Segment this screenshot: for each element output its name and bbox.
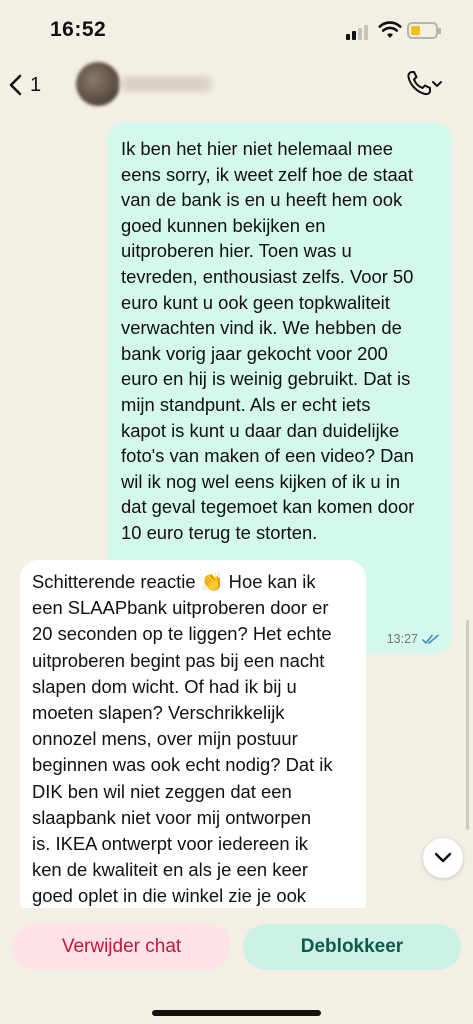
action-bar: Verwijder chat Deblokkeer xyxy=(0,908,473,1024)
unblock-button[interactable]: Deblokkeer xyxy=(243,924,461,970)
wifi-icon xyxy=(378,21,402,38)
incoming-message[interactable]: Schitterende reactie 👏 Hoe kan ik een SL… xyxy=(20,560,366,910)
message-time: 13:27 xyxy=(386,632,418,646)
signal-icon xyxy=(346,24,370,40)
status-time: 16:52 xyxy=(50,18,107,41)
scroll-down-button[interactable] xyxy=(423,838,463,878)
message-text: Ik ben het hier niet helemaal mee eens s… xyxy=(121,138,415,543)
chevron-left-icon xyxy=(9,74,22,96)
chat-header: 1 xyxy=(0,60,473,110)
status-bar: 16:52 xyxy=(0,0,473,60)
battery-icon xyxy=(407,22,441,39)
home-indicator[interactable] xyxy=(152,1010,321,1016)
chevron-down-icon xyxy=(434,852,452,863)
message-meta: 13:27 xyxy=(387,632,440,646)
contact-name[interactable] xyxy=(120,76,212,92)
double-check-icon xyxy=(422,634,439,644)
phone-icon xyxy=(407,71,442,96)
scrollbar[interactable] xyxy=(466,620,469,830)
back-button[interactable]: 1 xyxy=(8,68,52,102)
call-button[interactable] xyxy=(404,68,444,100)
avatar[interactable] xyxy=(76,62,120,106)
battery-level xyxy=(411,26,420,35)
delete-chat-button[interactable]: Verwijder chat xyxy=(12,924,231,970)
message-list[interactable]: Ik ben het hier niet helemaal mee eens s… xyxy=(0,110,473,910)
message-text: Schitterende reactie 👏 Hoe kan ik een SL… xyxy=(32,571,333,907)
unread-count: 1 xyxy=(30,73,42,96)
